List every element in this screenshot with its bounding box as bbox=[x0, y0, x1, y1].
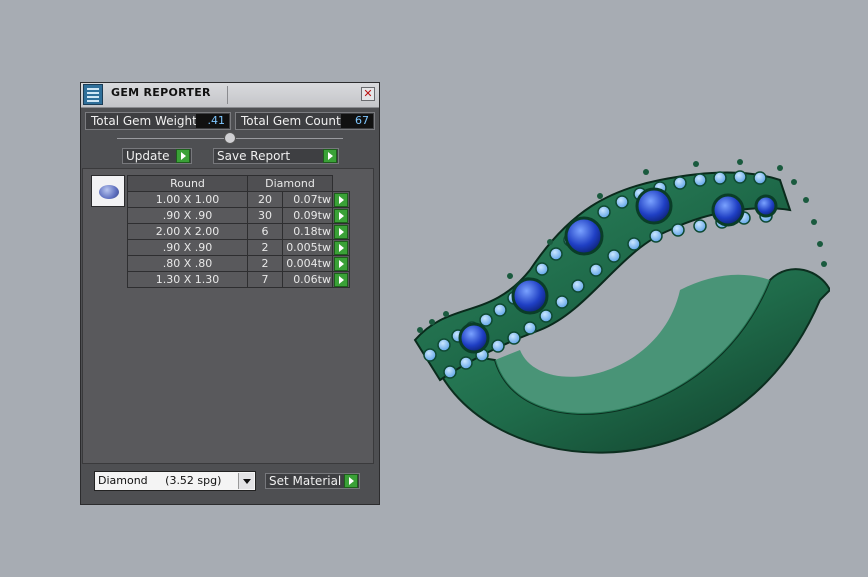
gem-reporter-panel: GEM REPORTER ✕ Total Gem Weight .41 Tota… bbox=[80, 82, 380, 505]
gem-count: 2 bbox=[247, 239, 283, 256]
slider-handle[interactable] bbox=[224, 132, 236, 144]
gem-table-header: Round Diamond bbox=[127, 175, 350, 192]
material-header: Diamond bbox=[247, 175, 333, 192]
total-gem-weight-label: Total Gem Weight bbox=[91, 114, 197, 128]
gem-count: 2 bbox=[247, 255, 283, 272]
gem-weight: 0.18tw bbox=[282, 223, 333, 240]
update-label: Update bbox=[126, 149, 170, 163]
close-icon[interactable]: ✕ bbox=[361, 87, 375, 101]
shape-header: Round bbox=[127, 175, 248, 192]
gem-count: 7 bbox=[247, 271, 283, 288]
gem-size: .80 X .80 bbox=[127, 255, 248, 272]
gem-size: 1.00 X 1.00 bbox=[127, 191, 248, 208]
gem-weight: 0.06tw bbox=[282, 271, 333, 288]
material-selected-value: Diamond (3.52 spg) bbox=[98, 474, 222, 487]
save-report-button[interactable]: Save Report bbox=[213, 148, 339, 164]
gem-weight: 0.004tw bbox=[282, 255, 333, 272]
row-go-icon[interactable] bbox=[334, 272, 348, 287]
row-go-icon[interactable] bbox=[334, 192, 348, 207]
ring-3d-viewport[interactable] bbox=[410, 150, 830, 510]
table-row[interactable]: 2.00 X 2.00 6 0.18tw bbox=[127, 223, 350, 240]
gem-weight: 0.005tw bbox=[282, 239, 333, 256]
table-row[interactable]: 1.30 X 1.30 7 0.06tw bbox=[127, 271, 350, 288]
row-go-icon[interactable] bbox=[334, 224, 348, 239]
table-row[interactable]: 1.00 X 1.00 20 0.07tw bbox=[127, 191, 350, 208]
total-gem-weight-field: Total Gem Weight .41 bbox=[85, 112, 231, 130]
total-gem-count-value: 67 bbox=[341, 114, 373, 128]
title-bar[interactable]: GEM REPORTER ✕ bbox=[81, 83, 379, 108]
table-row[interactable]: .90 X .90 30 0.09tw bbox=[127, 207, 350, 224]
set-material-go-icon[interactable] bbox=[344, 474, 358, 488]
material-select[interactable]: Diamond (3.52 spg) bbox=[94, 471, 256, 491]
update-go-icon[interactable] bbox=[176, 149, 190, 163]
gem-size: 2.00 X 2.00 bbox=[127, 223, 248, 240]
gem-count: 6 bbox=[247, 223, 283, 240]
row-go-icon[interactable] bbox=[334, 240, 348, 255]
window-title: GEM REPORTER bbox=[111, 86, 211, 99]
gem-size: .90 X .90 bbox=[127, 207, 248, 224]
total-gem-count-label: Total Gem Count bbox=[241, 114, 341, 128]
save-report-label: Save Report bbox=[217, 149, 291, 163]
round-gem-icon[interactable] bbox=[91, 175, 125, 207]
total-gem-count-field: Total Gem Count 67 bbox=[235, 112, 375, 130]
row-go-icon[interactable] bbox=[334, 208, 348, 223]
table-row[interactable]: .90 X .90 2 0.005tw bbox=[127, 239, 350, 256]
gem-count: 20 bbox=[247, 191, 283, 208]
title-divider bbox=[227, 86, 228, 104]
gem-size: .90 X .90 bbox=[127, 239, 248, 256]
gem-list-area: Round Diamond 1.00 X 1.00 20 0.07tw .90 … bbox=[82, 168, 374, 464]
table-row[interactable]: .80 X .80 2 0.004tw bbox=[127, 255, 350, 272]
chevron-down-icon[interactable] bbox=[238, 473, 254, 489]
gem-reporter-icon bbox=[83, 84, 103, 105]
update-button[interactable]: Update bbox=[122, 148, 192, 164]
row-go-icon[interactable] bbox=[334, 256, 348, 271]
gem-count: 30 bbox=[247, 207, 283, 224]
gem-size: 1.30 X 1.30 bbox=[127, 271, 248, 288]
gem-weight: 0.09tw bbox=[282, 207, 333, 224]
total-gem-weight-value: .41 bbox=[196, 114, 229, 128]
set-material-label: Set Material bbox=[269, 474, 342, 488]
gem-table: Round Diamond 1.00 X 1.00 20 0.07tw .90 … bbox=[127, 175, 350, 288]
set-material-button[interactable]: Set Material bbox=[265, 473, 360, 489]
save-report-go-icon[interactable] bbox=[323, 149, 337, 163]
gem-weight: 0.07tw bbox=[282, 191, 333, 208]
